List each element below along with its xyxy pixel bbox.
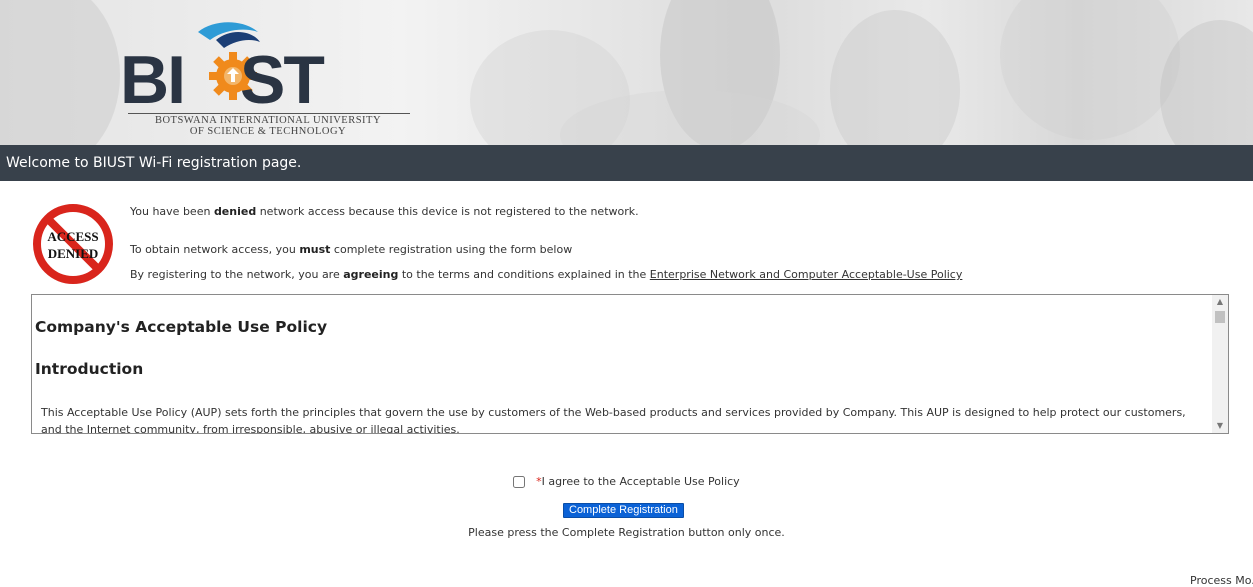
notice-line-agreeing: By registering to the network, you are a… xyxy=(130,268,963,281)
aup-title: Company's Acceptable Use Policy xyxy=(35,318,328,336)
aup-scroll-box[interactable]: Company's Acceptable Use Policy Introduc… xyxy=(31,294,1229,434)
footer-link[interactable]: Process Mo... xyxy=(1190,574,1253,587)
access-denied-line2: DENIED xyxy=(48,246,99,261)
aup-scrollbar[interactable]: ▲ ▼ xyxy=(1212,295,1228,433)
aup-policy-link[interactable]: Enterprise Network and Computer Acceptab… xyxy=(650,268,963,281)
access-denied-icon: ACCESS DENIED xyxy=(33,204,113,284)
logo-university-line-2: OF SCIENCE & TECHNOLOGY xyxy=(189,126,347,137)
aup-agreement-row: *I agree to the Acceptable Use Policy xyxy=(513,471,740,488)
access-denied-line1: ACCESS xyxy=(47,229,98,244)
aup-agree-checkbox[interactable] xyxy=(513,475,525,488)
notice-line-must: To obtain network access, you must compl… xyxy=(130,243,573,256)
banner-photo-shape xyxy=(0,0,120,145)
header-banner: BI ST BOTSWANA INTERNATIONAL UNIVERSITY O… xyxy=(0,0,1253,145)
submit-once-note: Please press the Complete Registration b… xyxy=(468,526,785,539)
logo-divider xyxy=(128,113,410,114)
complete-registration-button[interactable]: Complete Registration xyxy=(563,503,684,518)
scroll-up-icon[interactable]: ▲ xyxy=(1212,295,1228,309)
logo-wordmark: BI ST xyxy=(120,42,325,118)
aup-section-heading: Introduction xyxy=(35,360,144,378)
notice-line-denied: You have been denied network access beca… xyxy=(130,205,639,218)
banner-photo-shape xyxy=(830,10,960,145)
welcome-bar: Welcome to BIUST Wi-Fi registration page… xyxy=(0,145,1253,181)
aup-agree-label[interactable]: I agree to the Acceptable Use Policy xyxy=(542,475,740,488)
scroll-down-icon[interactable]: ▼ xyxy=(1212,419,1228,433)
biust-logo: BI ST BOTSWANA INTERNATIONAL UNIVERSITY O… xyxy=(120,18,440,138)
aup-intro-text: This Acceptable Use Policy (AUP) sets fo… xyxy=(41,406,1186,434)
logo-university-line-1: BOTSWANA INTERNATIONAL UNIVERSITY xyxy=(154,115,382,126)
scrollbar-thumb[interactable] xyxy=(1215,311,1225,323)
banner-photo-shape xyxy=(1000,0,1180,140)
